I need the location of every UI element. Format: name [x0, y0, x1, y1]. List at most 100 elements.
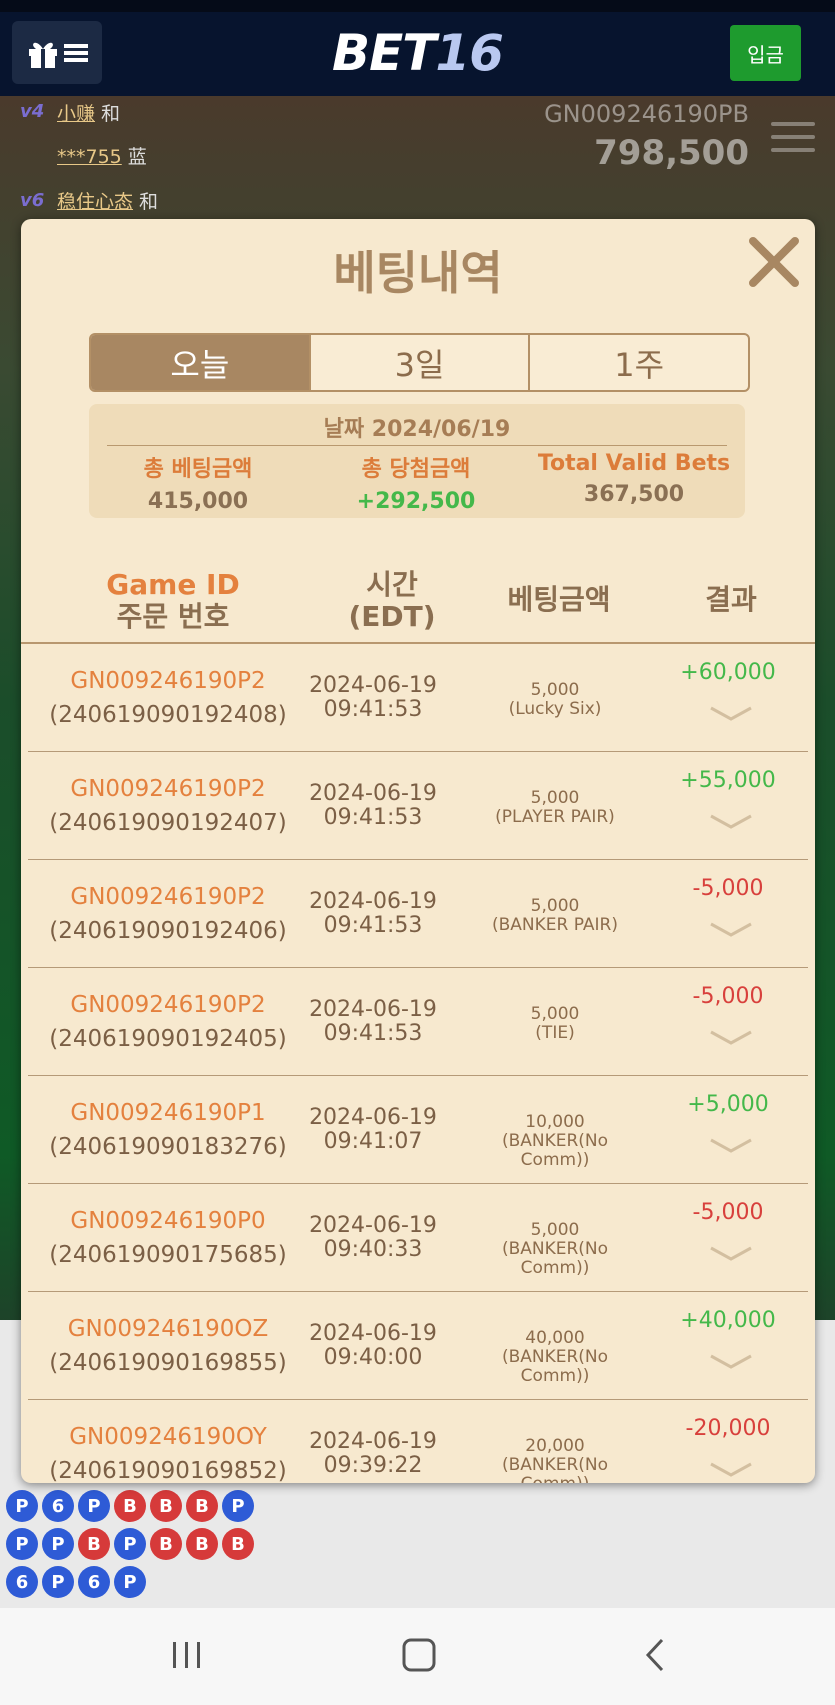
row-order-number: (240619090192406): [49, 918, 287, 944]
row-order-number: (240619090169852): [49, 1458, 287, 1483]
row-bet-type: (BANKER(No Comm)): [501, 1347, 609, 1386]
row-order-number: (240619090169855): [49, 1350, 287, 1376]
tab-3-days[interactable]: 3일: [311, 335, 531, 390]
background-game-id: GN009246190PB: [544, 100, 749, 128]
row-result: -5,000: [692, 984, 764, 1009]
roadmap-bead: P: [6, 1528, 38, 1560]
roadmap-bead: 6: [6, 1566, 38, 1598]
row-result: -20,000: [685, 1416, 771, 1441]
row-game-id: GN009246190OY: [69, 1424, 267, 1450]
roadmap-bead: P: [6, 1490, 38, 1522]
row-bet-type: (BANKER(No Comm)): [501, 1455, 609, 1484]
vip-level-badge: v4: [20, 101, 45, 122]
row-bet-type: (BANKER(No Comm)): [501, 1131, 609, 1170]
roadmap-bead: P: [42, 1566, 74, 1598]
row-game-id-cell: GN009246190P2 (240619090192406): [28, 884, 308, 944]
roadmap-bead: B: [78, 1528, 110, 1560]
chevron-down-icon[interactable]: [708, 704, 754, 724]
close-icon: [747, 235, 801, 293]
row-game-id: GN009246190P2: [70, 884, 266, 910]
row-time: 09:39:22: [323, 1453, 423, 1478]
table-row[interactable]: GN009246190P2 (240619090192406) 2024-06-19…: [28, 860, 808, 968]
total-win-value: +292,500: [356, 489, 476, 514]
roadmap-bead: 6: [78, 1566, 110, 1598]
total-bet-value: 415,000: [147, 489, 249, 514]
row-bet-type: (BANKER PAIR): [492, 915, 618, 935]
close-button[interactable]: [745, 235, 803, 293]
row-result: +60,000: [680, 660, 776, 685]
table-row[interactable]: GN009246190OZ (240619090169855) 2024-06-19…: [28, 1292, 808, 1400]
roadmap-bead: B: [186, 1528, 218, 1560]
tab-today[interactable]: 오늘: [91, 335, 311, 390]
row-amount-cell: 5,000 (TIE): [465, 1005, 645, 1043]
row-bet-type: (BANKER(No Comm)): [501, 1239, 609, 1278]
row-amount: 5,000: [530, 896, 580, 916]
row-time-cell: 2024-06-19 09:40:33: [308, 1214, 438, 1262]
row-time-cell: 2024-06-19 09:39:22: [308, 1430, 438, 1478]
total-win-block: 총 당첨금액 +292,500: [307, 451, 525, 514]
total-bet-label: 총 베팅금액: [143, 457, 253, 482]
period-tabs: 오늘 3일 1주: [89, 333, 750, 392]
row-amount-cell: 5,000 (BANKER(No Comm)): [465, 1221, 645, 1278]
table-row[interactable]: GN009246190P1 (240619090183276) 2024-06-19…: [28, 1076, 808, 1184]
row-bet-type: (Lucky Six): [508, 699, 602, 719]
table-row[interactable]: GN009246190OY (240619090169852) 2024-06-19…: [28, 1400, 808, 1483]
summary-date: 날짜 2024/06/19: [323, 417, 511, 442]
row-date: 2024-06-19: [309, 1105, 437, 1130]
tab-1-week[interactable]: 1주: [530, 335, 748, 390]
chevron-down-icon[interactable]: [708, 1028, 754, 1048]
row-amount: 5,000: [530, 680, 580, 700]
roadmap-bead: P: [222, 1490, 254, 1522]
chevron-down-icon[interactable]: [708, 1460, 754, 1480]
row-order-number: (240619090183276): [49, 1134, 287, 1160]
row-game-id-cell: GN009246190P1 (240619090183276): [28, 1100, 308, 1160]
row-amount-cell: 5,000 (PLAYER PAIR): [465, 789, 645, 827]
chat-line: 小赚和: [57, 103, 121, 125]
row-amount: 40,000: [525, 1328, 585, 1348]
chevron-down-icon[interactable]: [708, 920, 754, 940]
row-time-cell: 2024-06-19 09:41:07: [308, 1106, 438, 1154]
row-date: 2024-06-19: [309, 781, 437, 806]
row-amount: 5,000: [530, 1220, 580, 1240]
row-amount-cell: 10,000 (BANKER(No Comm)): [465, 1113, 645, 1170]
table-row[interactable]: GN009246190P2 (240619090192405) 2024-06-19…: [28, 968, 808, 1076]
row-date: 2024-06-19: [309, 673, 437, 698]
betting-history-modal: 베팅내역 오늘 3일 1주 날짜 2024/06/19 총 베팅금액 415,0…: [21, 219, 815, 1483]
row-result: +55,000: [680, 768, 776, 793]
back-icon[interactable]: [644, 1638, 666, 1676]
table-row[interactable]: GN009246190P2 (240619090192407) 2024-06-19…: [28, 752, 808, 860]
chevron-down-icon[interactable]: [708, 1136, 754, 1156]
row-game-id: GN009246190P1: [70, 1100, 266, 1126]
vip-level-badge: v6: [20, 190, 45, 211]
row-game-id-cell: GN009246190P2 (240619090192405): [28, 992, 308, 1052]
chevron-down-icon[interactable]: [708, 1244, 754, 1264]
table-row[interactable]: GN009246190P2 (240619090192408) 2024-06-19…: [28, 644, 808, 752]
deposit-button[interactable]: 입금: [730, 25, 801, 81]
row-time: 09:40:00: [323, 1345, 423, 1370]
row-result: -5,000: [692, 876, 764, 901]
row-time: 09:41:53: [323, 697, 423, 722]
table-row[interactable]: GN009246190P0 (240619090175685) 2024-06-19…: [28, 1184, 808, 1292]
row-time: 09:41:53: [323, 805, 423, 830]
row-time: 09:41:07: [323, 1129, 423, 1154]
row-bet-type: (TIE): [535, 1023, 575, 1043]
total-bet-block: 총 베팅금액 415,000: [89, 451, 307, 514]
home-icon[interactable]: [402, 1638, 436, 1676]
row-date: 2024-06-19: [309, 1213, 437, 1238]
background-balance: 798,500: [594, 133, 749, 173]
header-time: 시간 (EDT): [348, 568, 436, 633]
row-result: +5,000: [687, 1092, 769, 1117]
table-header: Game ID 주문 번호 시간 (EDT) 베팅금액 결과: [21, 559, 815, 641]
row-order-number: (240619090192407): [49, 810, 287, 836]
header-result: 결과: [705, 583, 757, 616]
row-game-id-cell: GN009246190OZ (240619090169855): [28, 1316, 308, 1376]
row-time: 09:41:53: [323, 1021, 423, 1046]
chevron-down-icon[interactable]: [708, 1352, 754, 1372]
row-game-id: GN009246190P2: [70, 992, 266, 1018]
chevron-down-icon[interactable]: [708, 812, 754, 832]
row-order-number: (240619090175685): [49, 1242, 287, 1268]
row-order-number: (240619090192405): [49, 1026, 287, 1052]
recent-apps-icon[interactable]: [171, 1638, 203, 1676]
roadmap-bead: P: [42, 1528, 74, 1560]
row-date: 2024-06-19: [309, 1429, 437, 1454]
